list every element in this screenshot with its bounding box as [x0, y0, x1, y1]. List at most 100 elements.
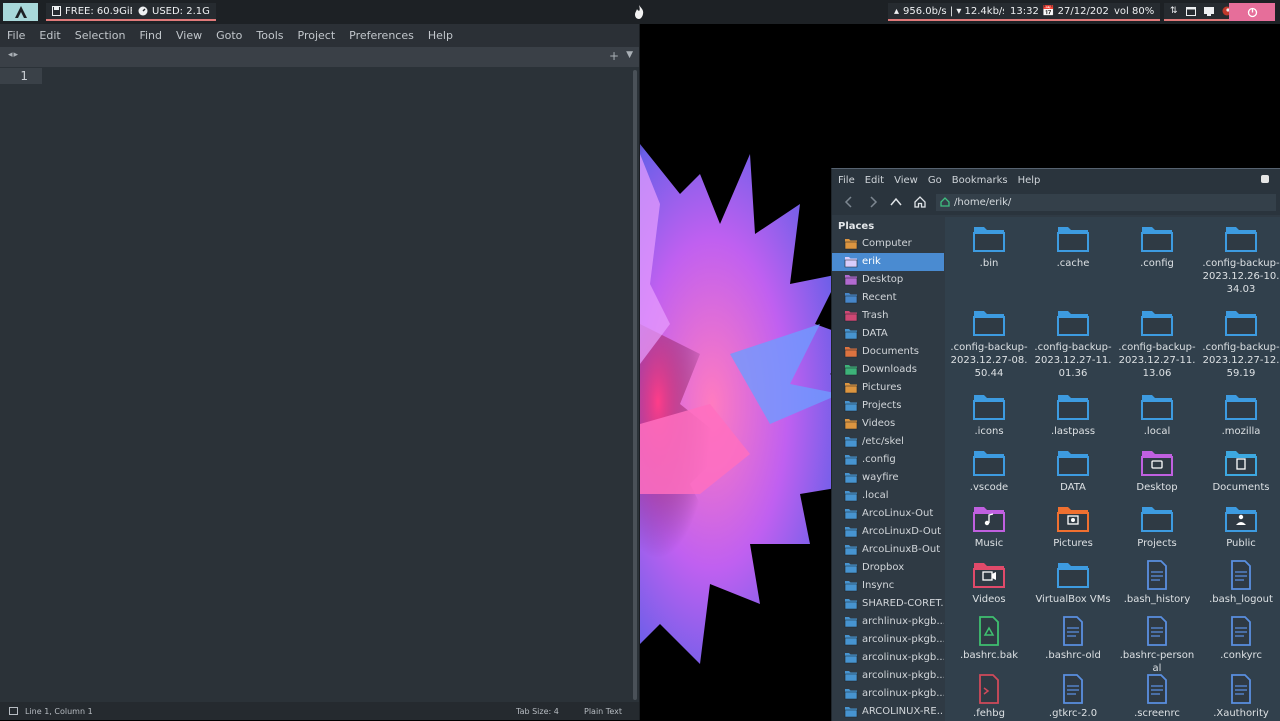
sidebar-item[interactable]: wayfire: [832, 469, 944, 487]
sidebar-item[interactable]: ArcoLinuxB-Out: [832, 541, 944, 559]
flame-icon[interactable]: [632, 5, 646, 19]
file-item[interactable]: .config-backup-2023.12.27-11.01.36: [1031, 307, 1115, 380]
tab-size[interactable]: Tab Size: 4: [516, 707, 559, 716]
clock[interactable]: 13:32 📅 27/12/2023: [1004, 3, 1122, 21]
file-name: .config-backup-2023.12.27-12.59.19: [1202, 342, 1280, 379]
file-item[interactable]: .bashrc.bak: [947, 615, 1031, 662]
forward-arrow-icon[interactable]: [866, 195, 880, 209]
sidebar-item[interactable]: archlinux-pkgb...: [832, 613, 944, 631]
sidebar-item[interactable]: ARCOLINUX-RE...: [832, 703, 944, 721]
new-tab-plus-icon[interactable]: +: [609, 49, 619, 63]
tab-nav-arrows-icon[interactable]: ◂▸: [8, 50, 19, 60]
menu-view[interactable]: View: [169, 29, 209, 42]
file-item[interactable]: .conkyrc: [1199, 615, 1280, 662]
file-item[interactable]: Public: [1199, 503, 1280, 550]
file-item[interactable]: .config-backup-2023.12.26-10.34.03: [1199, 223, 1280, 296]
file-item[interactable]: Documents: [1199, 447, 1280, 494]
file-item[interactable]: .mozilla: [1199, 391, 1280, 438]
file-item[interactable]: .fehbg: [947, 673, 1031, 720]
sidebar-item[interactable]: ArcoLinuxD-Out: [832, 523, 944, 541]
sidebar-item[interactable]: .local: [832, 487, 944, 505]
menu-selection[interactable]: Selection: [68, 29, 133, 42]
home-icon[interactable]: [913, 195, 927, 209]
file-item[interactable]: DATA: [1031, 447, 1115, 494]
file-item[interactable]: .local: [1115, 391, 1199, 438]
tab-list-chevron-down-icon[interactable]: ▼: [626, 50, 633, 60]
power-button[interactable]: [1229, 3, 1275, 21]
menu-edit[interactable]: Edit: [32, 29, 67, 42]
sidebar-item[interactable]: DATA: [832, 325, 944, 343]
fm-menu-go[interactable]: Go: [923, 175, 947, 186]
volume-indicator[interactable]: vol 80%: [1108, 3, 1161, 21]
panel-toggle-icon[interactable]: [9, 707, 18, 715]
file-item[interactable]: .bashrc-old: [1031, 615, 1115, 662]
sidebar-item[interactable]: SHARED-CORET...: [832, 595, 944, 613]
sidebar-item[interactable]: Videos: [832, 415, 944, 433]
sidebar-item[interactable]: arcolinux-pkgb...: [832, 685, 944, 703]
menu-preferences[interactable]: Preferences: [342, 29, 421, 42]
file-item[interactable]: .lastpass: [1031, 391, 1115, 438]
fm-menu-file[interactable]: File: [832, 175, 860, 186]
sidebar-item[interactable]: Trash: [832, 307, 944, 325]
sidebar-item[interactable]: arcolinux-pkgb...: [832, 631, 944, 649]
file-item[interactable]: Projects: [1115, 503, 1199, 550]
sidebar-item[interactable]: .config: [832, 451, 944, 469]
file-item[interactable]: Videos: [947, 559, 1031, 606]
file-item[interactable]: .screenrc: [1115, 673, 1199, 720]
editor-scrollbar[interactable]: [633, 70, 637, 700]
fm-menu-help[interactable]: Help: [1013, 175, 1046, 186]
file-item[interactable]: Music: [947, 503, 1031, 550]
file-item[interactable]: .cache: [1031, 223, 1115, 270]
window-icon[interactable]: [1185, 6, 1196, 16]
file-item[interactable]: .gtkrc-2.0: [1031, 673, 1115, 720]
file-item[interactable]: .bashrc-personal: [1115, 615, 1199, 675]
arch-menu-button[interactable]: [3, 3, 38, 21]
syntax-mode[interactable]: Plain Text: [584, 707, 622, 716]
file-item[interactable]: Desktop: [1115, 447, 1199, 494]
file-item[interactable]: .icons: [947, 391, 1031, 438]
up-arrow-icon[interactable]: [889, 195, 903, 209]
sidebar-item-label: Pictures: [862, 382, 902, 393]
file-item[interactable]: VirtualBox VMs: [1031, 559, 1115, 606]
fm-menu-bookmarks[interactable]: Bookmarks: [947, 175, 1013, 186]
file-item[interactable]: Pictures: [1031, 503, 1115, 550]
sidebar-item[interactable]: Downloads: [832, 361, 944, 379]
menu-file[interactable]: File: [0, 29, 32, 42]
menu-help[interactable]: Help: [421, 29, 460, 42]
close-icon[interactable]: [1261, 175, 1269, 183]
file-item[interactable]: .bin: [947, 223, 1031, 270]
sidebar-item[interactable]: Computer: [832, 235, 944, 253]
file-item[interactable]: .vscode: [947, 447, 1031, 494]
menu-goto[interactable]: Goto: [209, 29, 249, 42]
sidebar-item[interactable]: Pictures: [832, 379, 944, 397]
sidebar-item[interactable]: Documents: [832, 343, 944, 361]
menu-tools[interactable]: Tools: [249, 29, 290, 42]
file-item[interactable]: .config-backup-2023.12.27-08.50.44: [947, 307, 1031, 380]
sidebar-item[interactable]: ArcoLinux-Out: [832, 505, 944, 523]
sidebar-item[interactable]: erik: [832, 253, 944, 271]
sidebar-item[interactable]: /etc/skel: [832, 433, 944, 451]
menu-find[interactable]: Find: [132, 29, 169, 42]
back-arrow-icon[interactable]: [842, 195, 856, 209]
screen-icon[interactable]: [1203, 6, 1214, 16]
fm-menu-view[interactable]: View: [889, 175, 923, 186]
updown-arrows-icon[interactable]: ⇅: [1170, 6, 1178, 16]
file-item[interactable]: .Xauthority: [1199, 673, 1280, 720]
sidebar-item[interactable]: Projects: [832, 397, 944, 415]
fm-menu-edit[interactable]: Edit: [860, 175, 889, 186]
file-item[interactable]: .config-backup-2023.12.27-11.13.06: [1115, 307, 1199, 380]
sidebar-item[interactable]: Insync: [832, 577, 944, 595]
folder-icon: [1225, 507, 1257, 532]
sidebar-item[interactable]: Desktop: [832, 271, 944, 289]
location-bar[interactable]: /home/erik/: [936, 194, 1276, 211]
file-item[interactable]: .bash_logout: [1199, 559, 1280, 606]
file-item[interactable]: .bash_history: [1115, 559, 1199, 606]
documents-icon: [844, 347, 858, 358]
sidebar-item[interactable]: arcolinux-pkgb...: [832, 649, 944, 667]
sidebar-item[interactable]: Recent: [832, 289, 944, 307]
sidebar-item[interactable]: Dropbox: [832, 559, 944, 577]
sidebar-item[interactable]: arcolinux-pkgb...: [832, 667, 944, 685]
file-item[interactable]: .config: [1115, 223, 1199, 270]
file-item[interactable]: .config-backup-2023.12.27-12.59.19: [1199, 307, 1280, 380]
menu-project[interactable]: Project: [291, 29, 343, 42]
